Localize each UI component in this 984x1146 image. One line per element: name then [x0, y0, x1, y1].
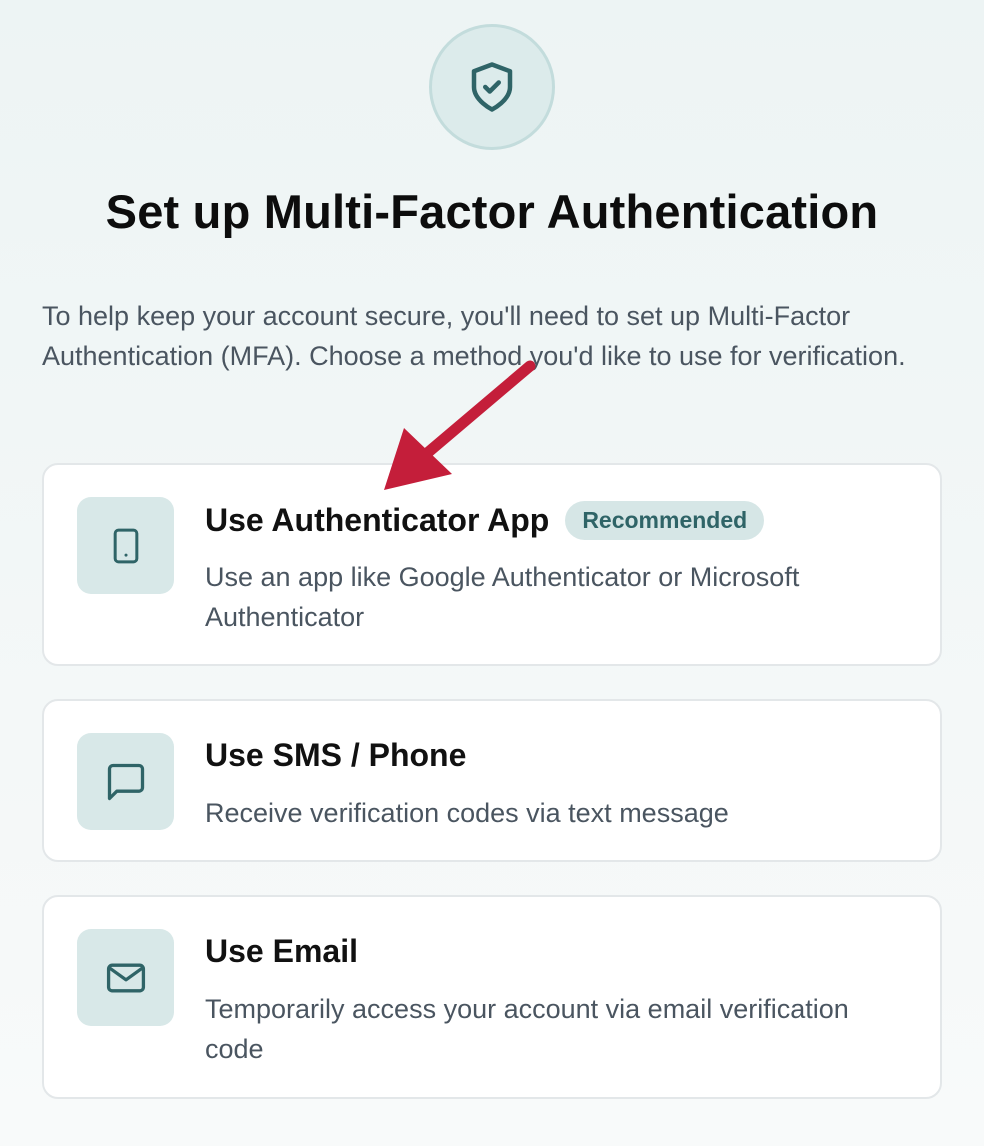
option-title: Use Email [205, 933, 358, 969]
message-square-icon [107, 763, 144, 800]
shield-check-icon [471, 62, 513, 112]
option-title: Use SMS / Phone [205, 737, 467, 773]
option-title-row: Use Email [205, 933, 358, 970]
page-description: To help keep your account secure, you'll… [42, 301, 906, 371]
option-title-row: Use SMS / Phone [205, 737, 466, 774]
option-sms-phone[interactable]: Use SMS / Phone Receive verification cod… [42, 699, 942, 862]
shield-badge [429, 24, 555, 150]
option-email[interactable]: Use Email Temporarily access your accoun… [42, 895, 942, 1099]
page-title: Set up Multi-Factor Authentication [105, 185, 879, 238]
option-description: Temporarily access your account via emai… [205, 994, 849, 1064]
option-description: Receive verification codes via text mess… [205, 798, 729, 828]
option-title-row: Use Authenticator App Recommended [205, 501, 765, 540]
recommended-badge: Recommended [565, 501, 765, 540]
option-authenticator-app[interactable]: Use Authenticator App Recommended Use an… [42, 463, 942, 666]
mail-icon [106, 963, 145, 992]
option-icon-box [77, 929, 174, 1026]
smartphone-icon [113, 528, 138, 563]
option-icon-box [77, 733, 174, 830]
option-description: Use an app like Google Authenticator or … [205, 562, 800, 632]
option-icon-box [77, 497, 174, 594]
option-title: Use Authenticator App [205, 502, 550, 538]
